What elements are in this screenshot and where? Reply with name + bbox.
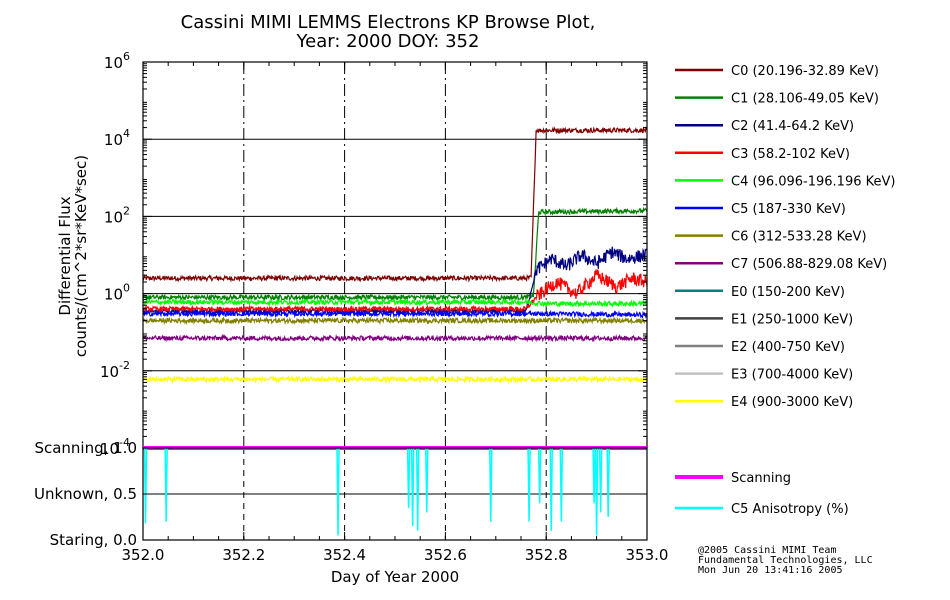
anisotropy-dip [527,447,531,522]
series-line-e4 [142,374,648,385]
title-line-2: Year: 2000 DOY: 352 [296,31,480,52]
flux-panel: 10-410-2100102104106 [100,50,648,458]
series-line-c6 [142,316,648,326]
x-axis-label: Day of Year 2000 [331,568,459,586]
y-tick-label: Scanning, 1.0 [34,439,137,457]
chart-figure: Cassini MIMI LEMMS Electrons KP Browse P… [34,12,896,586]
x-tick-label: 352.0 [122,546,165,564]
title-line-1: Cassini MIMI LEMMS Electrons KP Browse P… [181,12,596,33]
anisotropy-panel: Scanning, 1.0Unknown, 0.5Staring, 0.0352… [34,439,669,564]
y-axis-label-line-2: counts/(cm^2*sr*KeV*sec) [72,155,90,357]
y-tick-label: Unknown, 0.5 [34,485,137,503]
legend-label-c5-anisotropy: C5 Anisotropy (%) [731,502,849,517]
series-line-c0 [142,126,648,283]
credit-line-3: Mon Jun 20 13:41:16 2005 [698,565,843,576]
anisotropy-dip [143,447,148,524]
chart-title: Cassini MIMI LEMMS Electrons KP Browse P… [181,12,596,52]
anisotropy-dip [425,447,429,513]
flux-panel-frame [142,61,648,449]
legend-label-c4: C4 (96.096-196.196 KeV) [731,174,895,189]
y-tick-label: 100 [104,282,130,304]
series-line-c1 [142,206,648,302]
legend-label-e2: E2 (400-750 KeV) [731,340,845,355]
y-tick-label: 106 [104,50,130,72]
legend-label-e4: E4 (900-3000 KeV) [731,395,853,410]
legend-label-e3: E3 (700-4000 KeV) [731,368,853,383]
anisotropy-dip [606,447,610,518]
x-tick-label: 352.6 [424,546,467,564]
anisotropy-dip [415,447,420,531]
anisotropy-dip [594,447,599,536]
x-tick-label: 352.8 [525,546,568,564]
x-tick-label: 352.2 [222,546,265,564]
series-line-c7 [142,333,648,343]
y-tick-label: 10-2 [100,359,130,381]
legend-label-c1: C1 (28.106-49.05 KeV) [731,92,879,107]
x-tick-label: 353.0 [626,546,669,564]
y-tick-label: 102 [104,204,130,226]
legend-label-c2: C2 (41.4-64.2 KeV) [731,119,854,134]
legend-label-c3: C3 (58.2-102 KeV) [731,147,850,162]
anisotropy-dip [598,447,603,513]
legend-label-c5: C5 (187-330 KeV) [731,202,846,217]
x-tick-label: 352.4 [323,546,366,564]
anisotropy-dip [410,447,415,527]
anisotropy-dip [406,447,411,508]
legend-label-e0: E0 (150-200 KeV) [731,285,845,300]
legend: C0 (20.196-32.89 KeV) C1 (28.106-49.05 Ke… [675,64,895,517]
anisotropy-dip [549,447,553,531]
anisotropy-dip [537,447,542,504]
legend-label-c6: C6 (312-533.28 KeV) [731,230,867,245]
y-tick-label: 104 [104,127,130,149]
anisotropy-dip [489,447,493,522]
series-line-c5 [142,309,648,319]
legend-label-c7: C7 (506.88-829.08 KeV) [731,257,887,272]
legend-label-c0: C0 (20.196-32.89 KeV) [731,64,879,79]
legend-label-e1: E1 (250-1000 KeV) [731,312,853,327]
series-line-c4 [142,297,648,308]
anisotropy-dip [164,447,168,522]
legend-label-scanning: Scanning [731,471,791,486]
anisotropy-dip [336,447,340,536]
anisotropy-dip [592,447,596,504]
anisotropy-dip [559,447,564,522]
